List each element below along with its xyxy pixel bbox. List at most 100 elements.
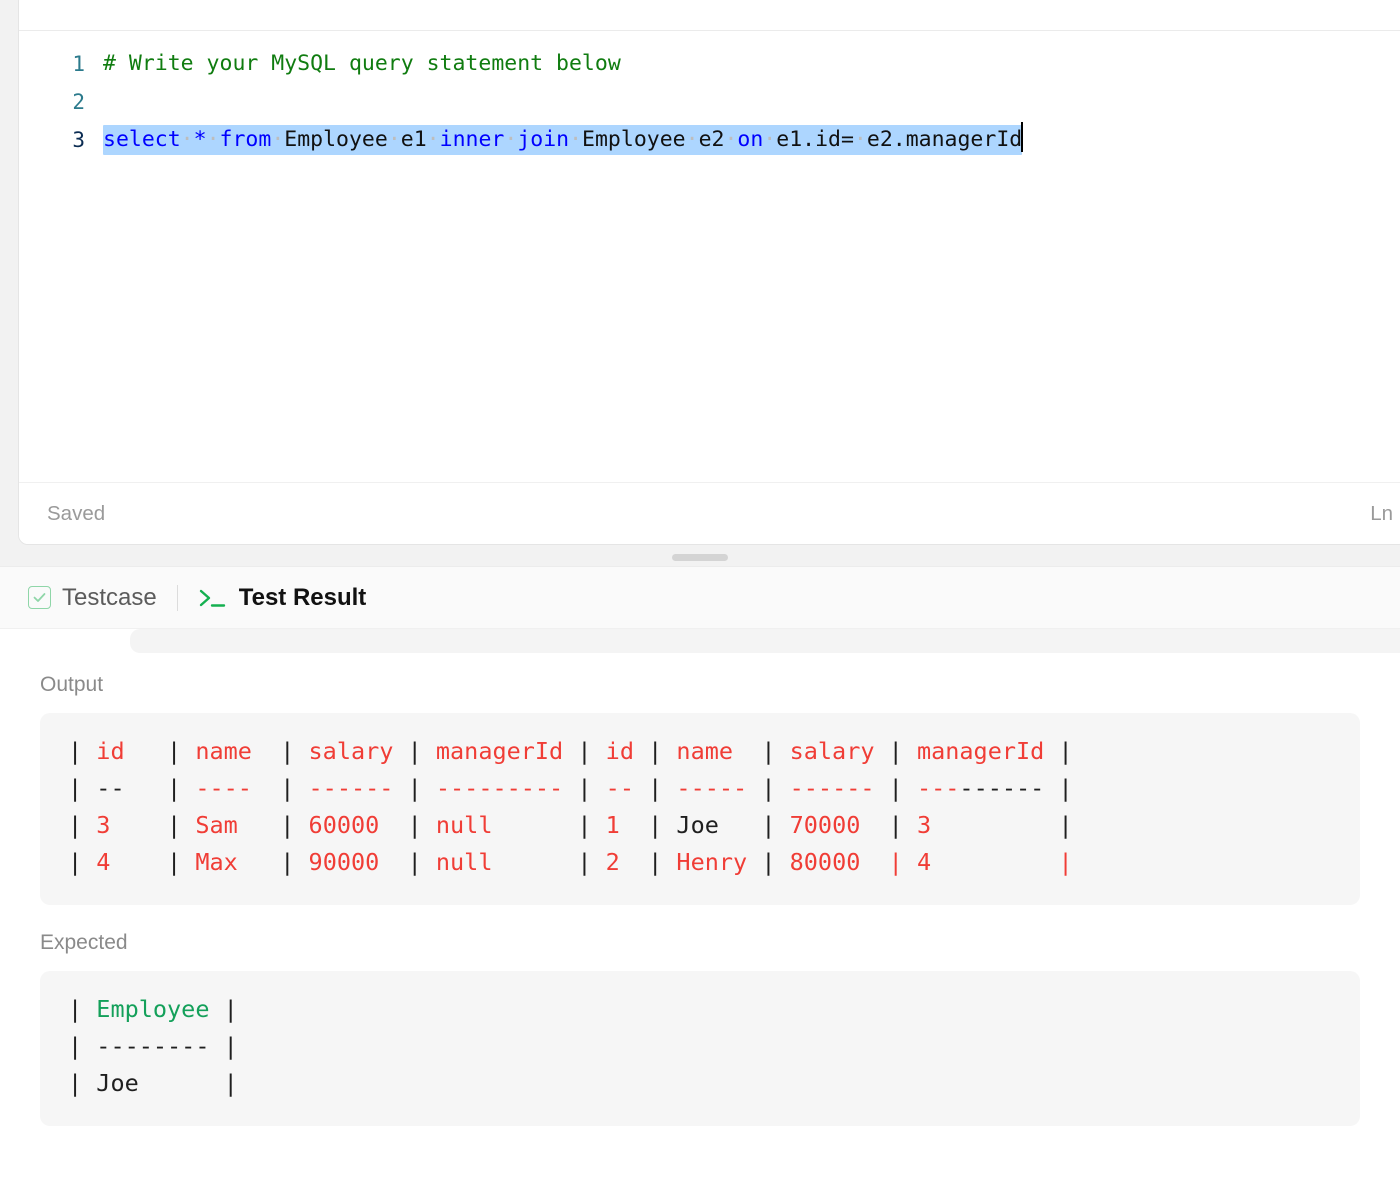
test-result-panel: Testcase Test Result Output | id | name … (0, 566, 1400, 1192)
sql-join-condition-left: e1.id= (776, 127, 854, 152)
table-cell: | (167, 848, 196, 876)
table-cell: ------ (308, 774, 394, 802)
table-cell (252, 737, 280, 765)
table-cell: null (435, 811, 493, 839)
code-line-2[interactable]: 2 (19, 83, 1400, 121)
table-cell (634, 737, 648, 765)
table-cell: 3 (96, 811, 111, 839)
table-cell: | (648, 848, 677, 876)
table-row: | 4 | Max | 90000 | null | 2 | Henry | 8… (68, 844, 1332, 881)
table-cell (563, 737, 577, 765)
table-cell: | (223, 995, 238, 1023)
table-row: | Joe | (68, 1065, 1332, 1102)
table-cell (238, 848, 280, 876)
sql-keyword-inner: inner (439, 127, 505, 152)
tab-testcase[interactable]: Testcase (28, 584, 157, 612)
table-cell: | (761, 811, 790, 839)
sql-alias-2: e2 (698, 127, 725, 152)
table-cell: | (577, 811, 606, 839)
table-cell (860, 811, 888, 839)
whitespace-dot: · (724, 127, 738, 152)
whitespace-dot: · (504, 127, 518, 152)
table-cell (747, 848, 761, 876)
table-cell (492, 848, 577, 876)
tab-divider (176, 584, 178, 611)
table-cell: 4 (96, 848, 111, 876)
sql-alias-1: e1 (400, 127, 427, 152)
code-line-3[interactable]: 3 select·*·from·Employee·e1·inner·join·E… (19, 121, 1400, 159)
expected-result-block: | Employee | | -------- | | Joe | (40, 971, 1360, 1126)
table-cell: 4 (916, 848, 932, 876)
table-cell (620, 811, 648, 839)
table-cell: 3 (916, 811, 932, 839)
checkbox-check-icon (28, 586, 51, 609)
table-cell: | (577, 737, 606, 765)
sql-table-2: Employee (582, 127, 686, 152)
panel-splitter[interactable] (0, 546, 1400, 568)
table-cell: | (68, 1032, 97, 1060)
sql-keyword-from: from (219, 127, 272, 152)
table-cell: 1 (605, 811, 620, 839)
table-cell (1044, 737, 1058, 765)
sql-table-1: Employee (284, 127, 388, 152)
table-cell (379, 811, 407, 839)
table-cell (1044, 774, 1058, 802)
table-cell: ----- (676, 774, 748, 802)
table-row: | id | name | salary | managerId | id | … (68, 733, 1332, 770)
result-body: Output | id | name | salary | managerId … (0, 629, 1400, 1192)
table-cell: -- (605, 774, 634, 802)
table-cell: name (195, 737, 252, 765)
output-result-block: | id | name | salary | managerId | id | … (40, 713, 1360, 905)
table-cell: Joe (96, 1069, 139, 1097)
table-cell: --------- (435, 774, 564, 802)
tab-testcase-label: Testcase (62, 583, 157, 611)
table-cell: | (223, 1032, 238, 1060)
table-cell (379, 848, 407, 876)
table-cell: name (676, 737, 734, 765)
table-cell: | (68, 811, 97, 839)
save-status-label: Saved (47, 501, 106, 525)
table-cell: | (1058, 737, 1073, 765)
table-cell: | (223, 1069, 238, 1097)
table-cell: | (280, 811, 309, 839)
line-number-1: 1 (72, 52, 85, 76)
table-cell: Employee (96, 995, 210, 1023)
table-cell: | (280, 774, 309, 802)
leetcode-sql-editor-screen: 1 # Write your MySQL query statement bel… (0, 0, 1400, 1192)
table-cell: salary (789, 737, 875, 765)
table-cell: | (888, 848, 917, 876)
table-cell (719, 811, 761, 839)
sql-join-condition-right: e2.managerId (866, 127, 1023, 152)
line-number-3: 3 (72, 128, 85, 152)
table-cell (393, 774, 407, 802)
table-cell: | (68, 848, 97, 876)
code-line-1[interactable]: 1 # Write your MySQL query statement bel… (19, 45, 1400, 83)
text-selection-highlight: select·*·from·Employee·e1·inner·join·Emp… (103, 125, 1023, 155)
tab-test-result[interactable]: Test Result (198, 584, 366, 612)
table-cell: | (648, 811, 677, 839)
scrolled-card-remnant (130, 629, 1400, 653)
table-cell (747, 774, 761, 802)
table-cell: | (280, 737, 309, 765)
table-cell: null (435, 848, 493, 876)
table-cell: 80000 (789, 848, 861, 876)
table-row: | Employee | (68, 991, 1332, 1028)
whitespace-dot: · (387, 127, 401, 152)
table-cell (238, 811, 280, 839)
table-cell: managerId (916, 737, 1045, 765)
table-cell: | (1058, 848, 1073, 876)
table-cell (733, 737, 761, 765)
table-cell (125, 774, 167, 802)
splitter-drag-handle[interactable] (672, 553, 728, 561)
editor-status-bar: Saved Ln (19, 482, 1400, 544)
table-cell (931, 811, 1058, 839)
sql-keyword-on: on (737, 127, 764, 152)
table-cell (875, 774, 889, 802)
table-cell (875, 737, 889, 765)
table-cell: id (96, 737, 125, 765)
table-cell (860, 848, 888, 876)
table-cell (139, 1069, 224, 1097)
table-cell: salary (308, 737, 394, 765)
table-cell: | (888, 811, 917, 839)
code-editor-surface[interactable]: 1 # Write your MySQL query statement bel… (19, 31, 1400, 483)
